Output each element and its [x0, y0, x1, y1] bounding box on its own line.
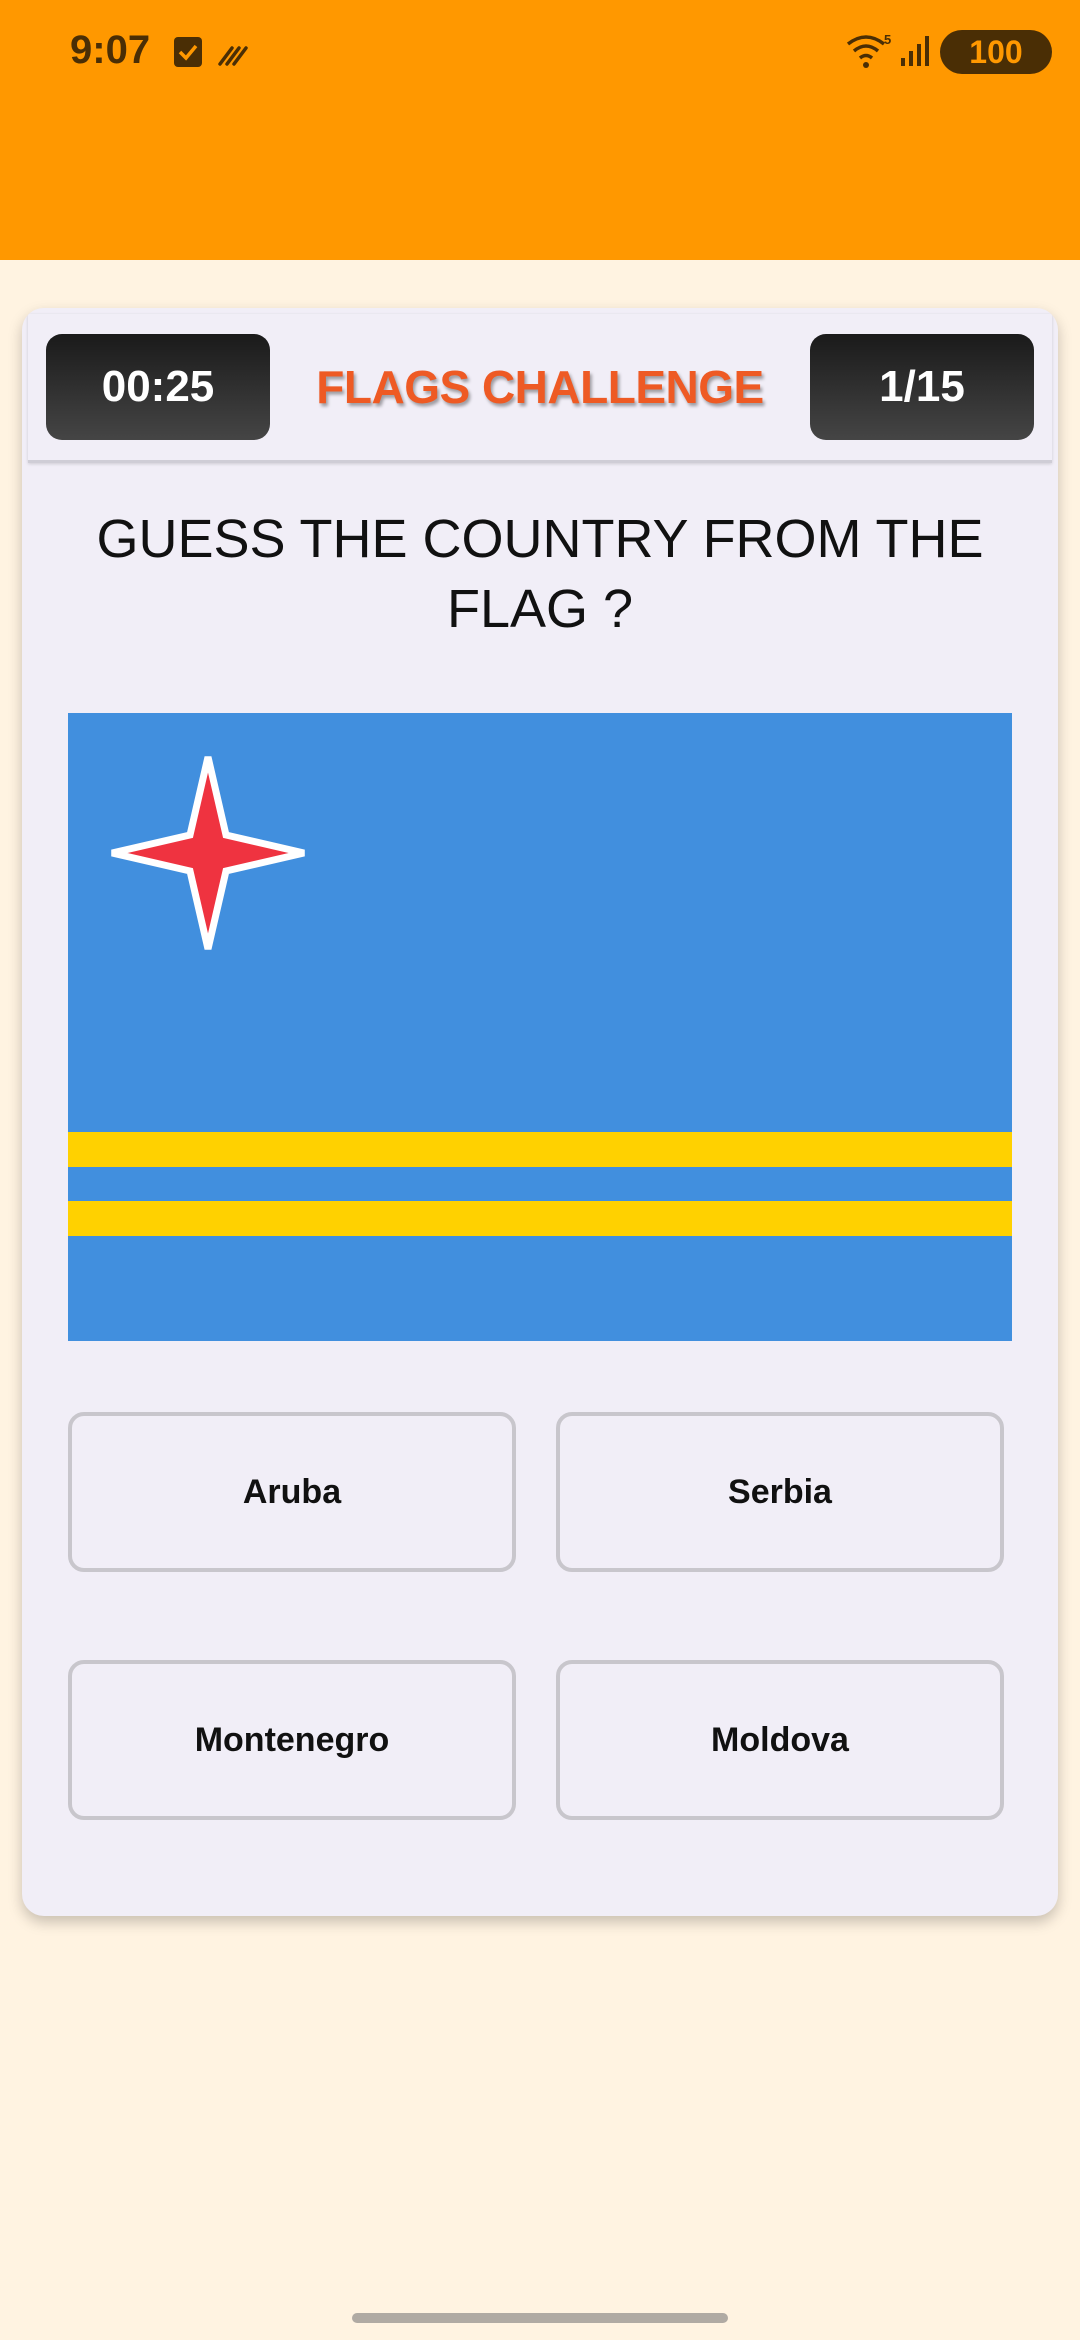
answer-option-montenegro[interactable]: Montenegro	[68, 1660, 516, 1820]
status-time: 9:07	[70, 28, 151, 72]
status-bar: 9:07 5 100	[0, 0, 1080, 260]
answer-option-serbia[interactable]: Serbia	[556, 1412, 1004, 1572]
home-indicator[interactable]	[352, 2313, 728, 2323]
wifi-icon: 5	[846, 32, 894, 75]
progress-badge: 1/15	[810, 334, 1034, 440]
timer-badge: 00:25	[46, 334, 270, 440]
app-title: FLAGS CHALLENGE	[316, 361, 764, 413]
answer-option-aruba[interactable]: Aruba	[68, 1412, 516, 1572]
svg-text:5: 5	[884, 32, 891, 47]
flag-stripe-bottom	[68, 1201, 1012, 1236]
quiz-card: 00:25 FLAGS CHALLENGE 1/15 GUESS THE COU…	[22, 308, 1058, 1916]
stripes-icon	[218, 40, 250, 71]
quiz-header: 00:25 FLAGS CHALLENGE 1/15	[28, 314, 1052, 463]
signal-icon	[900, 34, 932, 73]
aruba-flag-icon	[68, 713, 1012, 1341]
question-text: GUESS THE COUNTRY FROM THE FLAG ?	[96, 509, 984, 639]
battery-indicator: 100	[940, 30, 1052, 74]
flag-stripe-top	[68, 1132, 1012, 1167]
answer-option-moldova[interactable]: Moldova	[556, 1660, 1004, 1820]
checkbox-icon	[174, 37, 202, 67]
